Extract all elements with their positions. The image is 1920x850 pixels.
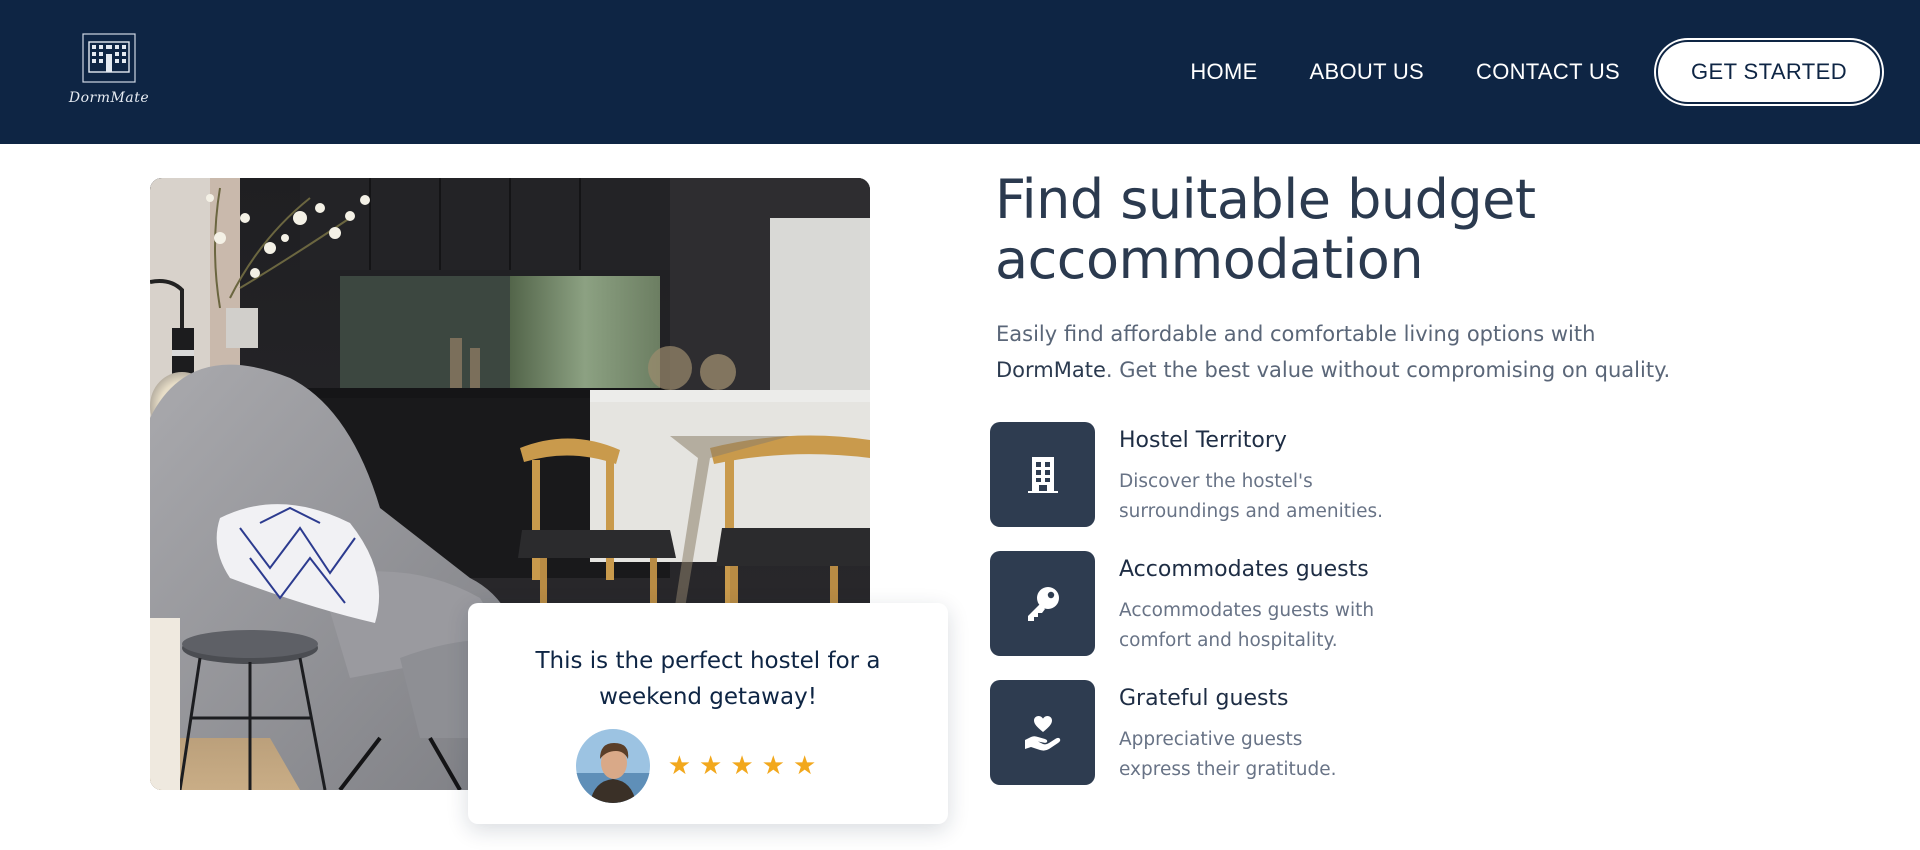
feature-icon-tile [990, 680, 1095, 785]
feature-hostel-territory: Hostel Territory Discover the hostel's s… [990, 422, 1590, 528]
dormmate-logo[interactable]: DormMate [68, 32, 150, 112]
feature-grateful-guests: Grateful guests Appreciative guests expr… [990, 680, 1590, 786]
heart-hand-icon [1024, 715, 1060, 751]
star-icon: ★ [730, 751, 754, 781]
feature-title: Accommodates guests [1119, 557, 1369, 582]
reviewer-avatar [575, 729, 650, 803]
star-icon: ★ [667, 751, 692, 781]
building-icon [1027, 456, 1058, 493]
testimonial-quote: This is the perfect hostel for a weekend… [535, 648, 881, 710]
site-header: DormMate HOME ABOUT US CONTACT US GET ST… [0, 0, 1920, 144]
brand-name: DormMate [996, 358, 1106, 382]
feature-title: Hostel Territory [1119, 428, 1287, 453]
page-title: Find suitable budget accommodation [995, 168, 1536, 291]
nav-link-contact-us[interactable]: CONTACT US [1476, 59, 1620, 85]
logo-wordmark: DormMate [68, 90, 150, 106]
testimonial-card: This is the perfect hostel for a weekend… [468, 603, 948, 824]
feature-title: Grateful guests [1119, 686, 1289, 711]
star-icon: ★ [792, 751, 817, 781]
main-nav: HOME ABOUT US CONTACT US GET STARTED [1190, 40, 1882, 104]
hero-intro: Easily find affordable and comfortable l… [996, 322, 1671, 382]
feature-description: Discover the hostel's surroundings and a… [1119, 471, 1384, 522]
reviewer-row: ★ ★ ★ ★ ★ [468, 729, 948, 803]
feature-description: Accommodates guests with comfort and hos… [1119, 600, 1375, 651]
hostel-building-logo-icon [82, 33, 136, 83]
nav-link-about-us[interactable]: ABOUT US [1310, 59, 1424, 85]
star-icon: ★ [699, 751, 723, 781]
key-icon [1027, 586, 1059, 621]
star-icon: ★ [761, 751, 785, 781]
get-started-button[interactable]: GET STARTED [1656, 40, 1882, 104]
feature-icon-tile [990, 422, 1095, 527]
nav-link-home[interactable]: HOME [1190, 59, 1257, 85]
feature-icon-tile [990, 551, 1095, 656]
feature-accommodates-guests: Accommodates guests Accommodates guests … [990, 551, 1590, 657]
feature-description: Appreciative guests express their gratit… [1119, 729, 1337, 780]
rating-stars: ★ ★ ★ ★ ★ [664, 751, 821, 781]
